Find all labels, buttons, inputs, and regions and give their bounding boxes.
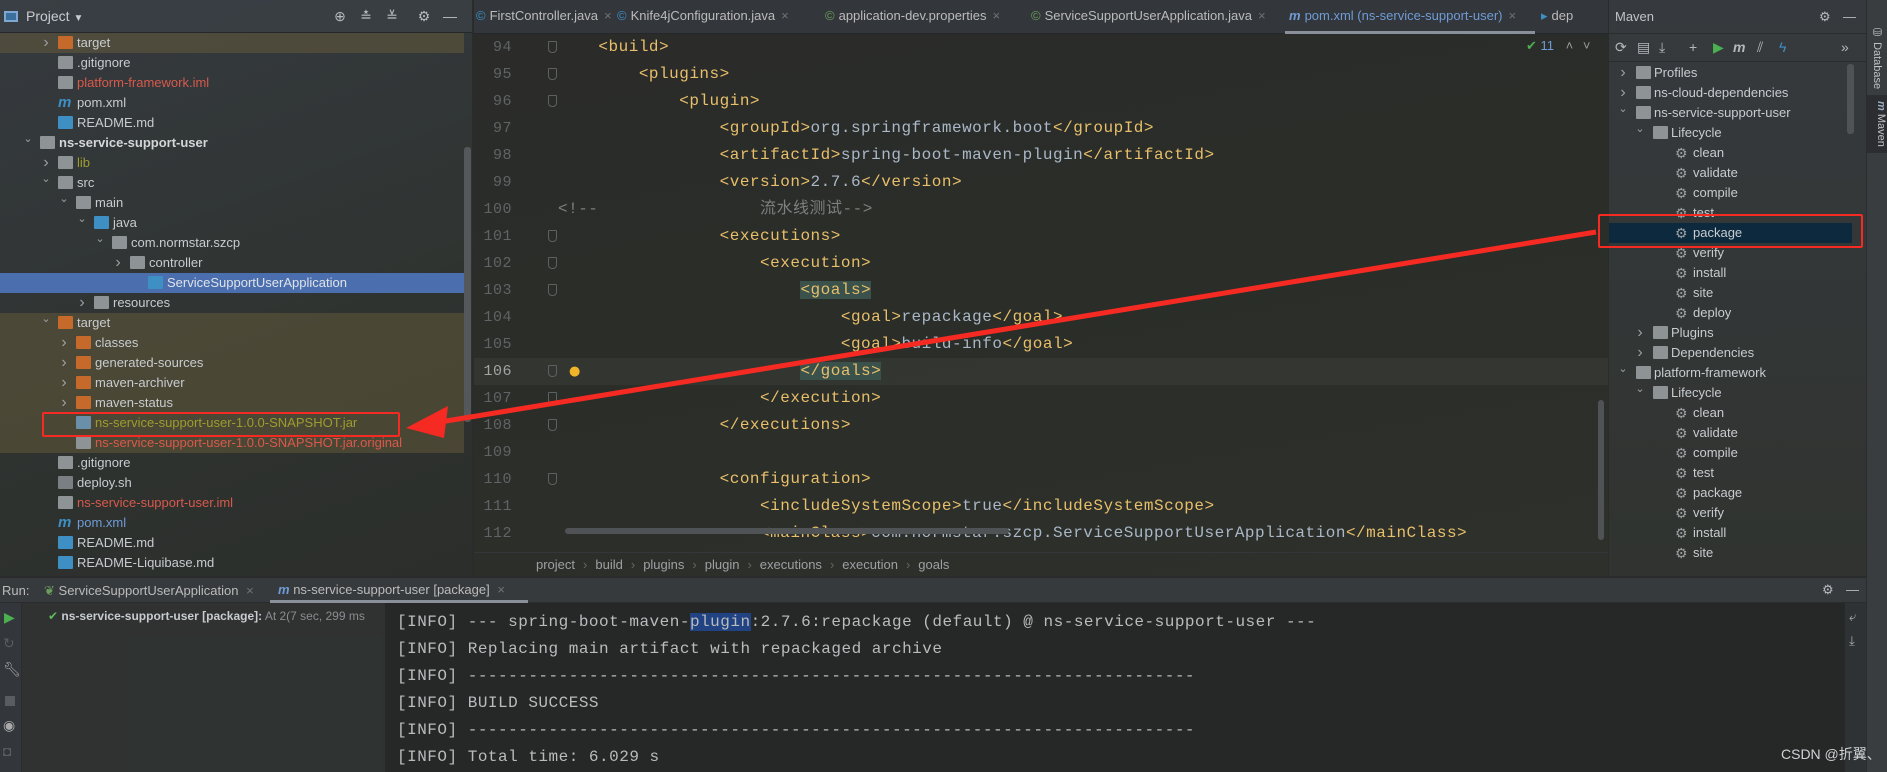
annotation-arrow <box>406 229 1597 438</box>
